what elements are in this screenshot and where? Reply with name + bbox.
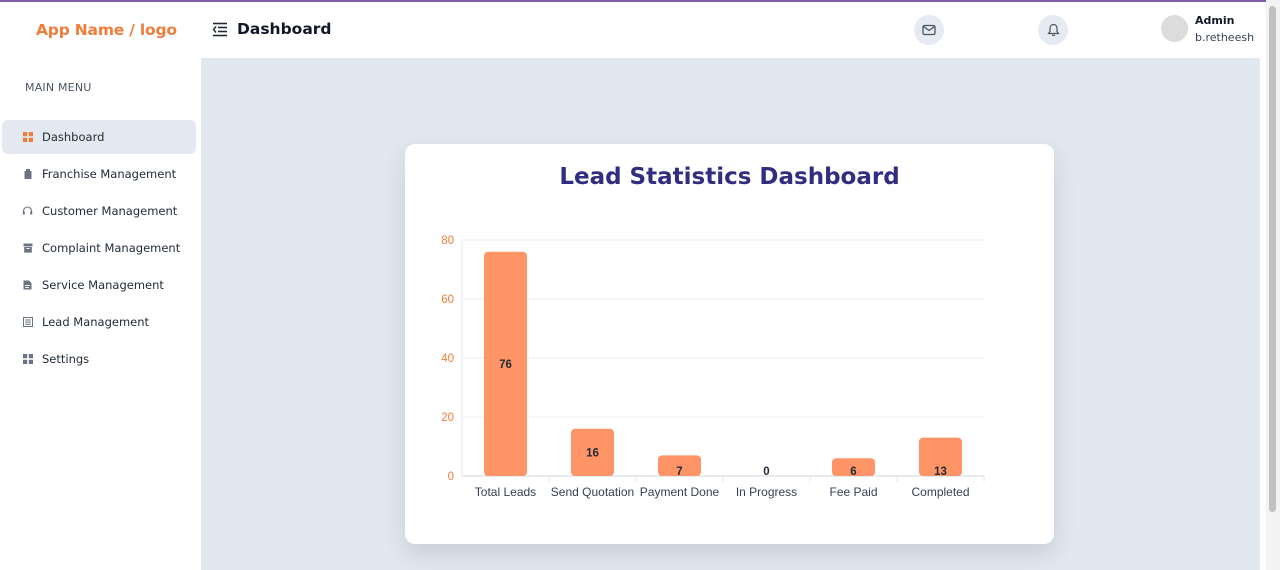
sidebar-item-label: Customer Management [42,204,178,218]
x-tick-label: In Progress [736,485,797,499]
document-icon [22,280,33,291]
data-label: 13 [934,466,947,478]
top-header: App Name / logo Dashboard Admin b.rethee… [0,2,1266,58]
scrollbar-thumb[interactable] [1269,6,1276,512]
app-logo[interactable]: App Name / logo [36,21,177,39]
user-name: b.retheesh [1195,31,1255,44]
y-tick-label: 0 [448,471,454,483]
chart-card: Lead Statistics Dashboard 0 20 40 60 80 76 Tot… [405,144,1054,544]
sidebar-item-label: Complaint Management [42,241,181,255]
sidebar-item-dashboard[interactable]: Dashboard [2,120,196,154]
bell-icon [1046,23,1060,37]
sidebar-item-label: Franchise Management [42,167,177,181]
lead-statistics-chart: 02040608076Total Leads16Send Quotation7P… [441,235,985,499]
mail-icon [922,24,936,36]
sidebar-item-customer-management[interactable]: Customer Management [2,194,196,228]
x-tick-label: Completed [911,485,969,499]
sidebar-item-label: Lead Management [42,315,150,329]
y-tick-label: 40 [441,353,454,365]
sidebar-item-settings[interactable]: Settings [2,342,196,376]
sidebar-item-service-management[interactable]: Service Management [2,268,196,302]
x-tick-label: Fee Paid [829,485,877,499]
y-tick-label: 60 [441,294,454,306]
avatar[interactable] [1161,15,1188,42]
headset-icon [22,206,33,217]
data-label: 6 [850,466,856,478]
sidebar: MAIN MENU Dashboard Franchise Management… [0,58,201,570]
mail-button[interactable] [914,15,944,45]
menu-toggle-icon[interactable] [211,20,229,38]
data-label: 76 [499,359,512,371]
sidebar-item-franchise-management[interactable]: Franchise Management [2,157,196,191]
data-label: 0 [763,466,769,478]
archive-icon [22,243,33,254]
notification-button[interactable] [1038,15,1068,45]
settings-grid-icon [22,354,33,365]
y-tick-label: 20 [441,412,454,424]
x-tick-label: Send Quotation [551,485,634,499]
list-icon [22,317,33,328]
y-tick-label: 80 [441,235,454,247]
sidebar-item-lead-management[interactable]: Lead Management [2,305,196,339]
sidebar-item-complaint-management[interactable]: Complaint Management [2,231,196,265]
user-role: Admin [1195,14,1235,27]
data-label: 16 [586,447,599,459]
x-tick-label: Total Leads [475,485,536,499]
menu-heading: MAIN MENU [25,81,92,94]
x-tick-label: Payment Done [640,485,720,499]
building-icon [22,169,33,180]
sidebar-item-label: Dashboard [42,130,105,144]
grid-icon [22,132,33,143]
sidebar-nav: Dashboard Franchise Management Customer … [2,120,196,379]
sidebar-item-label: Service Management [42,278,164,292]
data-label: 7 [676,466,682,478]
sidebar-item-label: Settings [42,352,90,366]
page-title: Dashboard [237,20,332,38]
